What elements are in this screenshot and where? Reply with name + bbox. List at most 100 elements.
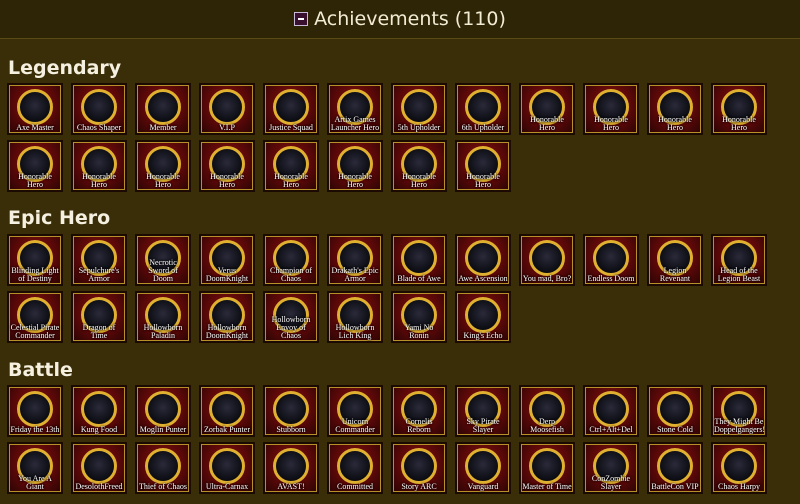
- achievement-badge[interactable]: Honorable Hero: [71, 140, 127, 192]
- badge-emblem-icon: [593, 391, 629, 427]
- achievement-badge[interactable]: ConZombie Slayer: [583, 442, 639, 494]
- badge-emblem-icon: [81, 448, 117, 484]
- achievement-badge[interactable]: Artix Games Launcher Hero: [327, 83, 383, 135]
- achievement-badge[interactable]: Honorable Hero: [7, 140, 63, 192]
- achievement-badge[interactable]: Dragon of Time: [71, 291, 127, 343]
- achievement-badge[interactable]: Unicorn Commander: [327, 385, 383, 437]
- badge-label: Ultra-Carnax: [205, 482, 249, 491]
- achievement-badge[interactable]: Stubborn: [263, 385, 319, 437]
- badge-label: You mad, Bro?: [522, 274, 572, 283]
- achievement-badge[interactable]: Hollowborn Lich King: [327, 291, 383, 343]
- badge-emblem-icon: [401, 240, 437, 276]
- achievement-badge[interactable]: Master of Time: [519, 442, 575, 494]
- badge-label: Hollowborn Paladin: [143, 323, 183, 340]
- badge-emblem-icon: [81, 391, 117, 427]
- badge-emblem-icon: [273, 448, 309, 484]
- badge-label: Endless Doom: [587, 274, 635, 283]
- achievement-badge[interactable]: Celestial Pirate Commander: [7, 291, 63, 343]
- achievement-badge[interactable]: Honorable Hero: [711, 83, 767, 135]
- badge-label: Chaos Harpy: [718, 482, 760, 491]
- badge-label: Awe Ascension: [458, 274, 508, 283]
- badge-label: Honorable Hero: [18, 172, 52, 189]
- achievement-badge[interactable]: Chaos Harpy: [711, 442, 767, 494]
- badge-label: Honorable Hero: [530, 115, 564, 132]
- achievement-badge[interactable]: Honorable Hero: [391, 140, 447, 192]
- section-title: Legendary: [8, 57, 122, 79]
- achievement-badge[interactable]: Moglin Punter: [135, 385, 191, 437]
- badge-label: Sky Pirate Slayer: [466, 417, 500, 434]
- achievement-badge[interactable]: King's Echo: [455, 291, 511, 343]
- achievement-badge[interactable]: 6th Upholder: [455, 83, 511, 135]
- achievements-title: Achievements (110): [314, 8, 506, 30]
- achievement-badge[interactable]: Honorable Hero: [455, 140, 511, 192]
- badge-label: Hollowborn DoomKnight: [205, 323, 249, 340]
- achievement-badge[interactable]: Honorable Hero: [199, 140, 255, 192]
- badge-label: Vanguard: [467, 482, 499, 491]
- achievement-badge[interactable]: Champion of Chaos: [263, 234, 319, 286]
- badge-label: Derp Moosefish: [530, 417, 564, 434]
- achievement-badge[interactable]: Kung Food: [71, 385, 127, 437]
- achievement-badge[interactable]: Legion Revenant: [647, 234, 703, 286]
- achievement-badge[interactable]: Cornelis Reborn: [391, 385, 447, 437]
- achievement-badge[interactable]: Blade of Awe: [391, 234, 447, 286]
- achievement-badge[interactable]: Hollowborn Envoy of Chaos: [263, 291, 319, 343]
- achievement-badge[interactable]: Story ARC: [391, 442, 447, 494]
- achievement-badge[interactable]: AVAST!: [263, 442, 319, 494]
- badge-label: Thief of Chaos: [139, 482, 187, 491]
- achievement-badge[interactable]: BattleCon VIP: [647, 442, 703, 494]
- achievement-badge[interactable]: Thief of Chaos: [135, 442, 191, 494]
- badge-label: Chaos Shaper: [76, 123, 122, 132]
- achievement-badge[interactable]: Honorable Hero: [135, 140, 191, 192]
- badge-emblem-icon: [145, 391, 181, 427]
- achievement-badge[interactable]: 5th Upholder: [391, 83, 447, 135]
- achievement-badge[interactable]: Derp Moosefish: [519, 385, 575, 437]
- collapse-button[interactable]: [294, 12, 309, 26]
- achievement-badge[interactable]: Honorable Hero: [263, 140, 319, 192]
- achievement-badge[interactable]: Sepulchure's Armor: [71, 234, 127, 286]
- achievement-badge[interactable]: Honorable Hero: [327, 140, 383, 192]
- achievement-badge[interactable]: Honorable Hero: [647, 83, 703, 135]
- achievement-badge[interactable]: Friday the 13th: [7, 385, 63, 437]
- badge-label: Dragon of Time: [82, 323, 116, 340]
- achievement-badge[interactable]: Justice Squad: [263, 83, 319, 135]
- achievement-badge[interactable]: Committed: [327, 442, 383, 494]
- achievement-badge[interactable]: Honorable Hero: [519, 83, 575, 135]
- achievement-badge[interactable]: Awe Ascension: [455, 234, 511, 286]
- badge-emblem-icon: [657, 391, 693, 427]
- achievement-badge[interactable]: V.I.P: [199, 83, 255, 135]
- achievement-badge[interactable]: DesolothFreed: [71, 442, 127, 494]
- achievement-badge[interactable]: Sky Pirate Slayer: [455, 385, 511, 437]
- achievement-badge[interactable]: Drakath's Epic Armor: [327, 234, 383, 286]
- badge-label: Master of Time: [522, 482, 572, 491]
- achievement-badge[interactable]: Stone Cold: [647, 385, 703, 437]
- achievement-badge[interactable]: Endless Doom: [583, 234, 639, 286]
- achievement-badge[interactable]: Blinding Light of Destiny: [7, 234, 63, 286]
- achievement-badge[interactable]: Necrotic Sword of Doom: [135, 234, 191, 286]
- achievement-badge[interactable]: Axe Master: [7, 83, 63, 135]
- achievement-badge[interactable]: Verus DoomKnight: [199, 234, 255, 286]
- badge-label: Honorable Hero: [722, 115, 756, 132]
- badge-label: Hollowborn Envoy of Chaos: [271, 315, 311, 340]
- achievement-badge[interactable]: They Might Be Doppelgangers!: [711, 385, 767, 437]
- badge-label: V.I.P: [219, 123, 235, 132]
- badge-emblem-icon: [401, 89, 437, 125]
- badge-label: Celestial Pirate Commander: [10, 323, 60, 340]
- section-title: Battle: [8, 359, 73, 381]
- achievement-badge[interactable]: You Are A Giant: [7, 442, 63, 494]
- achievement-badge[interactable]: Member: [135, 83, 191, 135]
- achievement-badge[interactable]: Ctrl+Alt+Del: [583, 385, 639, 437]
- achievement-badge[interactable]: Honorable Hero: [583, 83, 639, 135]
- badge-label: 5th Upholder: [397, 123, 441, 132]
- achievement-badge[interactable]: Yami No Ronin: [391, 291, 447, 343]
- badge-label: BattleCon VIP: [651, 482, 699, 491]
- badge-label: Honorable Hero: [274, 172, 308, 189]
- achievement-badge[interactable]: Hollowborn DoomKnight: [199, 291, 255, 343]
- achievement-badge[interactable]: Ultra-Carnax: [199, 442, 255, 494]
- achievement-badge[interactable]: Vanguard: [455, 442, 511, 494]
- achievement-badge[interactable]: Chaos Shaper: [71, 83, 127, 135]
- achievement-badge[interactable]: You mad, Bro?: [519, 234, 575, 286]
- achievement-badge[interactable]: Zorbak Punter: [199, 385, 255, 437]
- achievement-badge[interactable]: Head of the Legion Beast: [711, 234, 767, 286]
- badge-label: DesolothFreed: [75, 482, 123, 491]
- achievement-badge[interactable]: Hollowborn Paladin: [135, 291, 191, 343]
